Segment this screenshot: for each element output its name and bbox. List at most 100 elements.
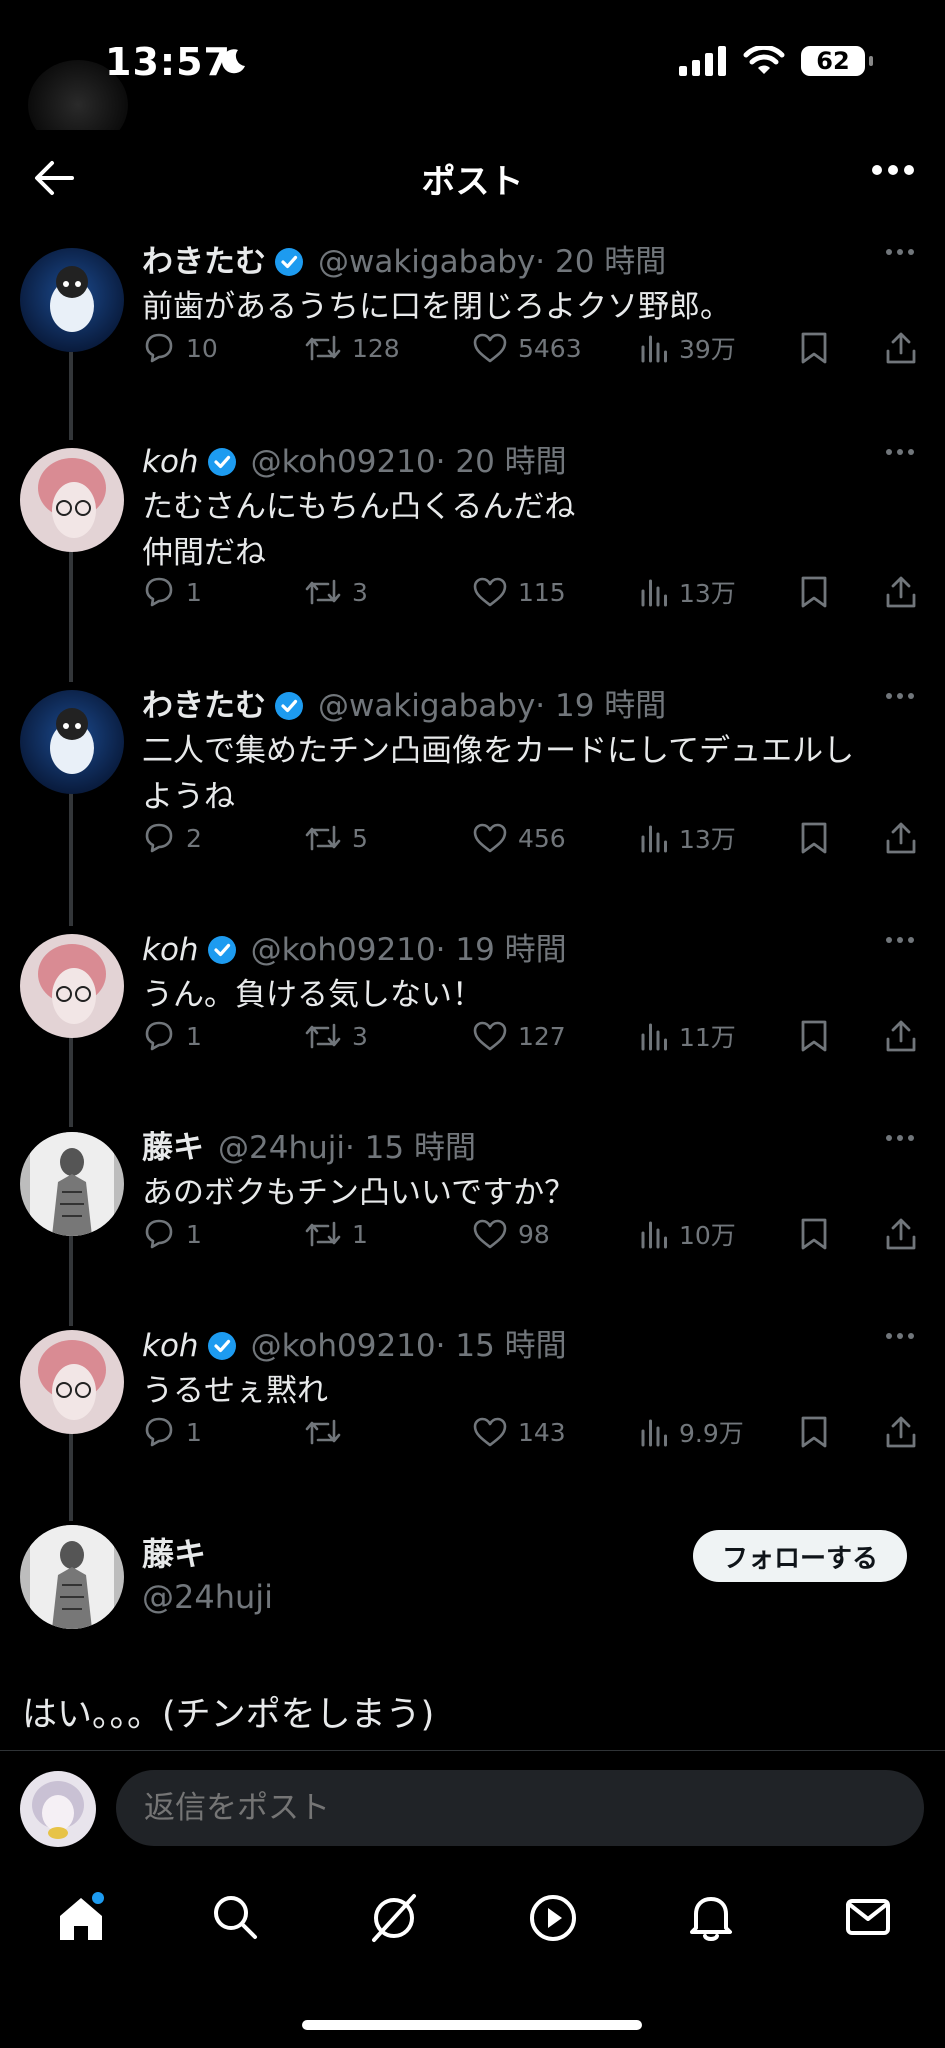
display-name[interactable]: 藤キ [142,1128,204,1168]
tweet-more-icon[interactable] [885,448,915,456]
messages-icon[interactable] [843,1892,893,1942]
tweet-more-icon[interactable] [885,1134,915,1142]
verified-badge-icon [207,1332,236,1360]
handle[interactable]: @24huji [142,1575,273,1619]
display-name[interactable]: わきたむ [142,242,266,282]
bookmark-icon [801,332,827,364]
avatar[interactable] [20,690,124,794]
heart-icon [473,1417,507,1447]
reply-count: 1 [186,577,202,607]
share-button[interactable] [884,821,918,855]
battery-indicator: 62 [801,46,873,76]
handle[interactable]: @koh09210 [251,930,436,970]
display-name[interactable]: koh [142,442,199,482]
bookmark-button[interactable] [800,575,828,609]
share-icon [886,1218,916,1250]
views-button[interactable]: 10万 [639,1216,736,1252]
share-button[interactable] [884,1019,918,1053]
views-button[interactable]: 13万 [639,820,736,856]
handle[interactable]: @wakigababy [318,242,535,282]
like-button[interactable]: 98 [472,1218,550,1250]
notifications-icon[interactable] [686,1892,736,1944]
views-button[interactable]: 9.9万 [639,1414,744,1450]
search-icon[interactable] [210,1892,260,1942]
bookmark-button[interactable] [800,1217,828,1251]
home-icon[interactable] [54,1892,108,1946]
repost-button[interactable]: 5 [304,821,368,855]
handle[interactable]: @koh09210 [251,442,436,482]
reply-button[interactable]: 1 [142,1415,202,1449]
repost-icon [305,335,341,361]
like-button[interactable]: 127 [472,1020,566,1052]
heart-icon [473,1219,507,1249]
like-button[interactable]: 5463 [472,332,582,364]
tweet-text: たむさんにもちん凸くるんだね 仲間だね [142,489,576,571]
share-button[interactable] [884,1217,918,1251]
avatar[interactable] [20,1771,96,1847]
avatar[interactable] [20,1525,124,1629]
views-button[interactable]: 11万 [639,1018,736,1054]
bookmark-button[interactable] [800,331,828,365]
tweet-more-icon[interactable] [885,692,915,700]
handle[interactable]: @wakigababy [318,686,535,726]
handle[interactable]: @24huji [218,1128,345,1168]
display-name[interactable]: わきたむ [142,686,266,726]
avatar[interactable] [20,1330,124,1434]
views-icon [641,1419,667,1447]
handle[interactable]: @koh09210 [251,1326,436,1366]
repost-count: 1 [352,1219,368,1249]
display-name[interactable]: koh [142,1326,199,1366]
views-count: 11万 [679,1023,736,1052]
avatar[interactable] [20,448,124,552]
like-count: 5463 [518,333,582,363]
tweet-more-icon[interactable] [885,936,915,944]
display-name[interactable]: koh [142,930,199,970]
like-button[interactable]: 115 [472,576,566,608]
repost-count: 3 [352,577,368,607]
avatar[interactable] [20,1132,124,1236]
views-button[interactable]: 13万 [639,574,736,610]
reply-button[interactable]: 1 [142,575,202,609]
reply-button[interactable]: 1 [142,1217,202,1251]
bookmark-button[interactable] [800,821,828,855]
follow-button[interactable]: フォローする [693,1530,907,1582]
repost-button[interactable]: 128 [304,331,400,365]
repost-icon [305,825,341,851]
repost-button[interactable] [304,1415,352,1449]
more-options-icon[interactable] [871,160,915,180]
like-count: 127 [518,1021,566,1051]
reply-button[interactable]: 10 [142,331,218,365]
repost-button[interactable]: 3 [304,1019,368,1053]
tweet-more-icon[interactable] [885,1332,915,1340]
like-button[interactable]: 456 [472,822,566,854]
share-button[interactable] [884,331,918,365]
share-button[interactable] [884,1415,918,1449]
display-name[interactable]: 藤キ [142,1533,273,1575]
repost-button[interactable]: 1 [304,1217,368,1251]
bookmark-button[interactable] [800,1415,828,1449]
video-icon[interactable] [527,1892,579,1944]
tweet-text: 二人で集めたチン凸画像をカードにしてデュエルし ようね [142,733,855,815]
reply-input[interactable] [116,1770,924,1846]
heart-icon [473,823,507,853]
bookmark-button[interactable] [800,1019,828,1053]
views-button[interactable]: 39万 [639,330,736,366]
grok-icon[interactable] [368,1892,420,1944]
reply-icon [145,1417,173,1447]
timestamp: · 19 時間 [435,932,567,968]
share-icon [886,822,916,854]
avatar[interactable] [20,934,124,1038]
views-count: 9.9万 [679,1419,744,1448]
views-icon [641,825,667,853]
reply-button[interactable]: 2 [142,821,202,855]
repost-count: 5 [352,823,368,853]
share-button[interactable] [884,575,918,609]
reply-icon [145,823,173,853]
reply-button[interactable]: 1 [142,1019,202,1053]
like-button[interactable]: 143 [472,1416,566,1448]
verified-badge-icon [275,248,303,276]
avatar[interactable] [20,248,124,352]
reply-count: 10 [186,333,218,363]
repost-button[interactable]: 3 [304,575,368,609]
tweet-more-icon[interactable] [885,248,915,256]
